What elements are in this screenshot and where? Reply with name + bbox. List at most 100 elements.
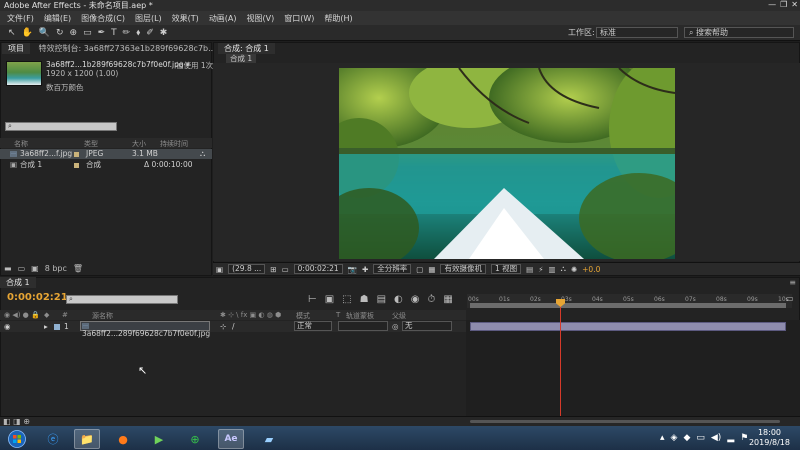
layer-label-color[interactable] <box>54 324 60 330</box>
flag-icon[interactable]: ⚑ <box>740 433 748 443</box>
frame-blending-icon[interactable]: ▤ <box>377 294 386 305</box>
network-icon[interactable]: ▂ <box>727 433 734 443</box>
snapshot-icon[interactable]: 📷 <box>348 265 357 274</box>
taskbar-clock[interactable]: 18:00 2019/8/18 <box>749 428 790 448</box>
menu-file[interactable]: 文件(F) <box>2 13 39 24</box>
col-duration[interactable]: 持续时间 <box>160 139 188 149</box>
brainstorm-icon[interactable]: ◉ <box>411 294 420 305</box>
explorer-icon[interactable]: 📁 <box>74 429 100 449</box>
col-size[interactable]: 大小 <box>132 139 146 149</box>
interpret-footage-icon[interactable]: ▬ <box>4 264 12 273</box>
comp-button-icon[interactable]: ▭ <box>786 294 794 303</box>
project-search-input[interactable]: ⌕ <box>5 122 117 131</box>
workspace-select[interactable]: 标准 <box>596 27 678 38</box>
color-channel-icon[interactable]: ✚ <box>362 265 368 274</box>
timeline-search-input[interactable]: ⌕ <box>66 295 178 304</box>
work-area-bar[interactable] <box>470 303 786 308</box>
motion-blur-icon[interactable]: ◐ <box>394 294 403 305</box>
bpc-label[interactable]: 8 bpc <box>45 264 67 273</box>
view-layout-select[interactable]: 1 视图 <box>490 264 522 274</box>
zoom-tool-icon[interactable]: 🔍 <box>39 28 50 38</box>
timeline-timecode[interactable]: 0:00:02:21 <box>7 292 68 303</box>
tray-app-icon[interactable]: ◈ <box>671 433 678 443</box>
trash-icon[interactable]: 🗑 <box>73 264 83 273</box>
selection-tool-icon[interactable]: ↖ <box>8 28 16 38</box>
label-column-icon[interactable]: ◆ <box>44 311 49 319</box>
layer-duration-bar[interactable] <box>470 322 786 331</box>
tab-timeline-comp[interactable]: 合成 1 <box>0 277 36 288</box>
pixel-aspect-icon[interactable]: ▤ <box>526 265 533 274</box>
visibility-eye-icon[interactable]: ◉ <box>4 322 11 331</box>
firefox-icon[interactable]: ● <box>110 429 136 449</box>
flowchart-icon[interactable]: ⛬ <box>200 149 205 159</box>
label-color-swatch[interactable] <box>74 163 79 168</box>
tab-composition[interactable]: 合成: 合成 1 <box>218 43 275 54</box>
comp-mini-flowchart-icon[interactable]: ⊢ <box>308 294 317 305</box>
panel-menu-icon[interactable]: ≡ <box>789 278 796 287</box>
menu-view[interactable]: 视图(V) <box>242 13 280 24</box>
pick-whip-icon[interactable]: ◎ <box>392 322 399 331</box>
tray-arrow-icon[interactable]: ▴ <box>660 433 665 443</box>
layer-row[interactable]: ◉ ▸ 1 ▤ 3a68ff2...289f69628c7b7f0e0f.jpg… <box>0 321 466 338</box>
col-mode[interactable]: 模式 <box>296 311 310 321</box>
tray-app2-icon[interactable]: ◆ <box>683 433 690 443</box>
fast-preview-icon[interactable]: ⚡ <box>538 265 543 274</box>
timeline-icon[interactable]: ▥ <box>549 265 556 274</box>
quality-slash-icon[interactable]: / <box>232 322 235 331</box>
current-time-display[interactable]: 0:00:02:21 <box>293 264 343 274</box>
col-track-matte[interactable]: 轨道蒙板 <box>346 311 374 321</box>
360-icon[interactable]: ⊕ <box>182 429 208 449</box>
exposure-icon[interactable]: ✺ <box>571 265 577 274</box>
blend-mode-select[interactable]: 正常 <box>294 321 332 331</box>
notebook-icon[interactable]: ▰ <box>256 429 282 449</box>
menu-animation[interactable]: 动画(A) <box>204 13 242 24</box>
toggle-panes-icons[interactable]: ◧ ◨ ⊕ <box>3 417 30 426</box>
shy-layers-icon[interactable]: ☗ <box>360 294 369 305</box>
col-type[interactable]: 类型 <box>84 139 98 149</box>
project-item-composition[interactable]: ▣ 合成 1 合成 Δ 0:00:10:00 <box>0 160 212 170</box>
footage-name[interactable]: 3a68ff2...1b289f69628c7b7f0e0f.jpg ▾ <box>46 60 190 69</box>
ie-icon[interactable]: ⓔ <box>40 429 66 449</box>
mask-icon[interactable]: ▭ <box>282 265 289 274</box>
current-time-indicator[interactable] <box>560 301 561 416</box>
switches-icons[interactable]: ✱ ⊹ \ fx ▣ ◐ ◍ ⬢ <box>220 311 281 319</box>
menu-layer[interactable]: 图层(L) <box>130 13 167 24</box>
brush-tool-icon[interactable]: ✏ <box>123 28 131 38</box>
zoom-slider[interactable] <box>470 420 780 423</box>
composition-subtab[interactable]: 合成 1 <box>226 54 257 63</box>
clone-stamp-tool-icon[interactable]: ⬧ <box>136 28 140 38</box>
camera-select[interactable]: 有效摄像机 <box>440 264 486 274</box>
new-composition-icon[interactable]: ▣ <box>31 264 39 273</box>
resolution-select[interactable]: 全分辨率 <box>373 264 412 274</box>
close-button[interactable]: ✕ <box>791 0 798 11</box>
pen-tool-icon[interactable]: ✒ <box>98 28 106 38</box>
grid-icon[interactable]: ⊞ <box>270 265 276 274</box>
media-icon[interactable]: ▶ <box>146 429 172 449</box>
flowchart-icon[interactable]: ⛬ <box>561 264 566 274</box>
rectangle-tool-icon[interactable]: ▭ <box>83 28 92 38</box>
start-orb-icon[interactable] <box>4 429 30 449</box>
text-tool-icon[interactable]: T <box>111 28 117 38</box>
expand-arrow-icon[interactable]: ▸ <box>44 322 48 331</box>
auto-keyframe-icon[interactable]: ⏱ <box>428 294 436 305</box>
new-folder-icon[interactable]: ▭ <box>18 264 26 273</box>
volume-icon[interactable]: ◀) <box>711 433 721 443</box>
track-matte-select[interactable] <box>338 321 388 331</box>
index-column-icon[interactable]: # <box>62 311 68 319</box>
hand-tool-icon[interactable]: ✋ <box>22 28 33 38</box>
col-name[interactable]: 名称 <box>14 139 28 149</box>
menu-edit[interactable]: 编辑(E) <box>39 13 76 24</box>
col-parent[interactable]: 父级 <box>392 311 406 321</box>
project-item-footage[interactable]: ▤ 3a68ff2...f.jpg JPEG 3.1 MB ⛬ <box>0 149 212 159</box>
eraser-tool-icon[interactable]: ✐ <box>146 28 154 38</box>
exposure-value[interactable]: +0.0 <box>582 265 600 274</box>
region-of-interest-icon[interactable]: ▢ <box>416 265 423 274</box>
transparency-grid-icon[interactable]: ▦ <box>428 265 435 274</box>
always-preview-icon[interactable]: ▣ <box>216 265 223 274</box>
menu-composition[interactable]: 图像合成(C) <box>76 13 130 24</box>
quality-switch-icon[interactable]: ⊹ <box>220 322 226 331</box>
magnification-select[interactable]: (29.8 ... <box>228 264 266 274</box>
graph-editor-icon[interactable]: ▦ <box>443 294 452 305</box>
layer-name-field[interactable]: ▤ 3a68ff2...289f69628c7b7f0e0f.jpg <box>80 321 210 338</box>
draft-3d-icon[interactable]: ⬚ <box>342 294 351 305</box>
